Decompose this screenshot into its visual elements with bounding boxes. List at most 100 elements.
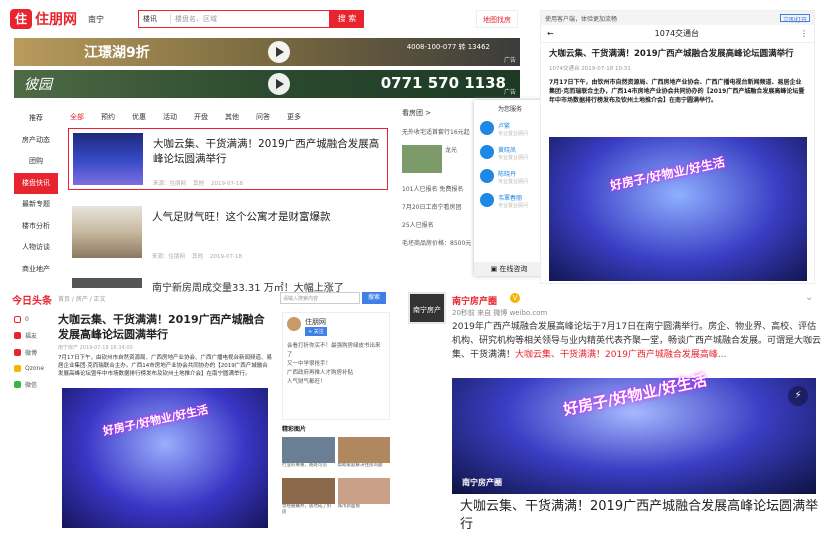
- weibo-share-button[interactable]: 微博: [14, 348, 50, 357]
- follow-button[interactable]: + 关注: [305, 327, 327, 336]
- app-prompt: 使用客户端，体验更加流畅: [545, 16, 618, 23]
- avatar: [480, 145, 494, 159]
- search-input[interactable]: 请输入搜索内容: [280, 292, 360, 304]
- author-name[interactable]: 住朋网: [305, 317, 385, 327]
- play-icon[interactable]: [268, 73, 290, 95]
- avatar[interactable]: [287, 317, 301, 331]
- consultant-item[interactable]: 黄晓凤 专业置业顾问: [480, 145, 544, 161]
- list-item: 毛坯商品房价格：8500元: [402, 240, 472, 247]
- article-image: 好房子/好物业/好生活: [549, 137, 807, 281]
- feed-title[interactable]: 大咖云集、干货满满！2019广西产城融合发展高峰论坛圆满举行: [153, 137, 383, 167]
- related-link[interactable]: 广西政府再推人才购房补贴: [287, 369, 385, 378]
- post-image[interactable]: 好房子/好物业/好生活 南宁房产圈 ⚡: [452, 371, 816, 494]
- thumbnail: [402, 145, 442, 173]
- toutiao-logo[interactable]: 今日头条: [12, 292, 52, 307]
- feed-thumbnail: [72, 278, 142, 288]
- banner-title: 江璟湖9折: [84, 45, 150, 61]
- flash-icon[interactable]: ⚡: [788, 386, 808, 406]
- tour-group-panel: 看房团 > 无外收宅适首套行16元起 龙光 101人已报名 免费报名 7月20日…: [402, 108, 480, 256]
- list-item[interactable]: 无外收宅适首套行16元起: [402, 127, 480, 136]
- ad-banner-1[interactable]: 江璟湖9折 4008-100-077 转 13462 广告: [14, 38, 520, 66]
- sidebar-item[interactable]: 人物访谈: [14, 237, 58, 259]
- image-watermark: 南宁房产圈: [462, 478, 502, 487]
- search-placeholder: 楼盘名、区域: [175, 15, 217, 23]
- related-link[interactable]: 人气财气都旺！: [287, 378, 385, 387]
- open-app-button[interactable]: 立即打开: [779, 14, 810, 24]
- category-sidebar: 推荐 房产动态 团购 楼盘快讯 最新专题 楼市分析 人物访谈 商业地产: [14, 108, 58, 280]
- map-search-button[interactable]: 地图找房: [476, 10, 518, 28]
- gallery-item[interactable]: 行业的尊重，随处可见: [282, 437, 335, 475]
- article-body: 7月17日下午，由钦州市自然资源局、广西房地产业协会、广西广播电视台新闻频道、易…: [58, 355, 273, 377]
- back-icon[interactable]: ←: [547, 29, 554, 38]
- post-text: 2019年广西产城融合发展高峰论坛于7月17日在南宁圆满举行。房企、物业界、高校…: [452, 322, 822, 360]
- share-button[interactable]: 福友: [14, 331, 50, 340]
- sidebar-item[interactable]: 最新专题: [14, 194, 58, 216]
- feed-meta: 来源：住朋网 其他 2019-07-18: [153, 181, 243, 187]
- tab-all[interactable]: 全部: [70, 112, 84, 122]
- avatar: [480, 121, 494, 135]
- sidebar-item[interactable]: 商业地产: [14, 259, 58, 281]
- post-time: 20秒前 来自 微博 weibo.com: [452, 309, 548, 317]
- banner-title: 彼园: [24, 77, 52, 93]
- search-category[interactable]: 楼讯: [139, 14, 171, 24]
- search-button[interactable]: 搜索: [362, 292, 386, 304]
- gallery-item[interactable]: 帮助家庭解决住房问题: [337, 437, 390, 475]
- related-link[interactable]: 又一中学很抢手！: [287, 360, 385, 369]
- banner-phone: 4008-100-077 转 13462: [406, 43, 490, 51]
- search-input[interactable]: 楼讯 楼盘名、区域: [138, 10, 330, 28]
- city-selector[interactable]: 南宁: [88, 14, 104, 25]
- share-icon: [14, 332, 21, 339]
- consultant-item[interactable]: 卢繁 专业置业顾问: [480, 121, 544, 137]
- tab[interactable]: 活动: [163, 112, 177, 122]
- feed-item[interactable]: 人气足财气旺！这个公寓才是财富爆款 来源：住朋网 其他 2019-07-18: [68, 202, 388, 264]
- tab[interactable]: 预约: [101, 112, 115, 122]
- gallery-item[interactable]: 城市新面貌: [337, 478, 390, 516]
- feed-title[interactable]: 人气足财气旺！这个公寓才是财富爆款: [152, 210, 382, 225]
- article-meta: 南宁房产 2019-07-18 16:34:00: [58, 345, 133, 351]
- tab[interactable]: 开盘: [194, 112, 208, 122]
- tab[interactable]: 问答: [256, 112, 270, 122]
- ad-banner-2[interactable]: 彼园 0771 570 1138 广告: [14, 70, 520, 98]
- ad-tag: 广告: [503, 89, 516, 96]
- author-card: 住朋网 + 关注 会看打折你买不！最强购房绿皮书出来了 又一中学很抢手！ 广西政…: [282, 312, 390, 420]
- share-sidebar: 0 福友 微博 Qzone 微信: [14, 316, 50, 397]
- sidebar-item[interactable]: 房产动态: [14, 130, 58, 152]
- tab[interactable]: 更多: [287, 112, 301, 122]
- feed-item[interactable]: 大咖云集、干货满满！2019广西产城融合发展高峰论坛圆满举行 来源：住朋网 其他…: [68, 128, 388, 190]
- sidebar-item-active[interactable]: 楼盘快讯: [14, 172, 58, 194]
- wechat-share-button[interactable]: 微信: [14, 380, 50, 389]
- sidebar-item[interactable]: 团购: [14, 151, 58, 173]
- panel-heading[interactable]: 看房团 >: [402, 108, 480, 118]
- weibo-icon: [14, 349, 21, 356]
- play-icon[interactable]: [268, 41, 290, 63]
- site-logo[interactable]: 住住朋网: [10, 8, 80, 30]
- search-button[interactable]: 搜 索: [330, 10, 364, 28]
- breadcrumb[interactable]: 首页 / 房产 / 正文: [58, 294, 106, 303]
- consultant-item[interactable]: 韦覃春丽 专业置业顾问: [480, 193, 544, 209]
- mobile-article-view: 使用客户端，体验更加流畅 立即打开 ← 1074交通台 ⋮ 大咖云集、干货满满！201…: [540, 10, 815, 284]
- related-link[interactable]: 会看打折你买不！最强购房绿皮书出来了: [287, 342, 385, 360]
- sidebar-item[interactable]: 推荐: [14, 108, 58, 130]
- qzone-share-button[interactable]: Qzone: [14, 365, 50, 372]
- avatar: [480, 169, 494, 183]
- tab[interactable]: 优惠: [132, 112, 146, 122]
- feed-meta: 来源：住朋网 其他 2019-07-18: [152, 254, 242, 260]
- online-consult-button[interactable]: ▣ 在线咨询: [474, 262, 544, 276]
- post-link[interactable]: 大咖云集、干货满满！2019广西产城融合发展高峰...: [515, 350, 727, 360]
- sidebar-item[interactable]: 楼市分析: [14, 216, 58, 238]
- gallery-heading: 精彩图片: [282, 426, 307, 433]
- list-item[interactable]: 7月20日工南宁看房团: [402, 202, 480, 211]
- consultant-item[interactable]: 陈晓丹 专业置业顾问: [480, 169, 544, 185]
- list-item[interactable]: 龙光: [445, 145, 457, 175]
- gallery-item[interactable]: 曾经被嫌弃，居然成了好房: [282, 478, 335, 516]
- share-icon[interactable]: ⋮: [800, 29, 808, 38]
- author-name[interactable]: 南宁房产圈: [452, 294, 497, 307]
- verified-icon: V: [510, 293, 520, 303]
- comment-button[interactable]: 0: [14, 316, 50, 323]
- chevron-down-icon[interactable]: ⌄: [805, 292, 813, 303]
- avatar[interactable]: 南宁房产圈: [408, 292, 446, 346]
- list-item[interactable]: 101人已报名 免费报名: [402, 184, 480, 193]
- tab[interactable]: 其他: [225, 112, 239, 122]
- feed-thumbnail: [73, 133, 143, 185]
- article-title: 大咖云集、干货满满！2019广西产城融合发展高峰论坛圆满举行: [58, 313, 265, 341]
